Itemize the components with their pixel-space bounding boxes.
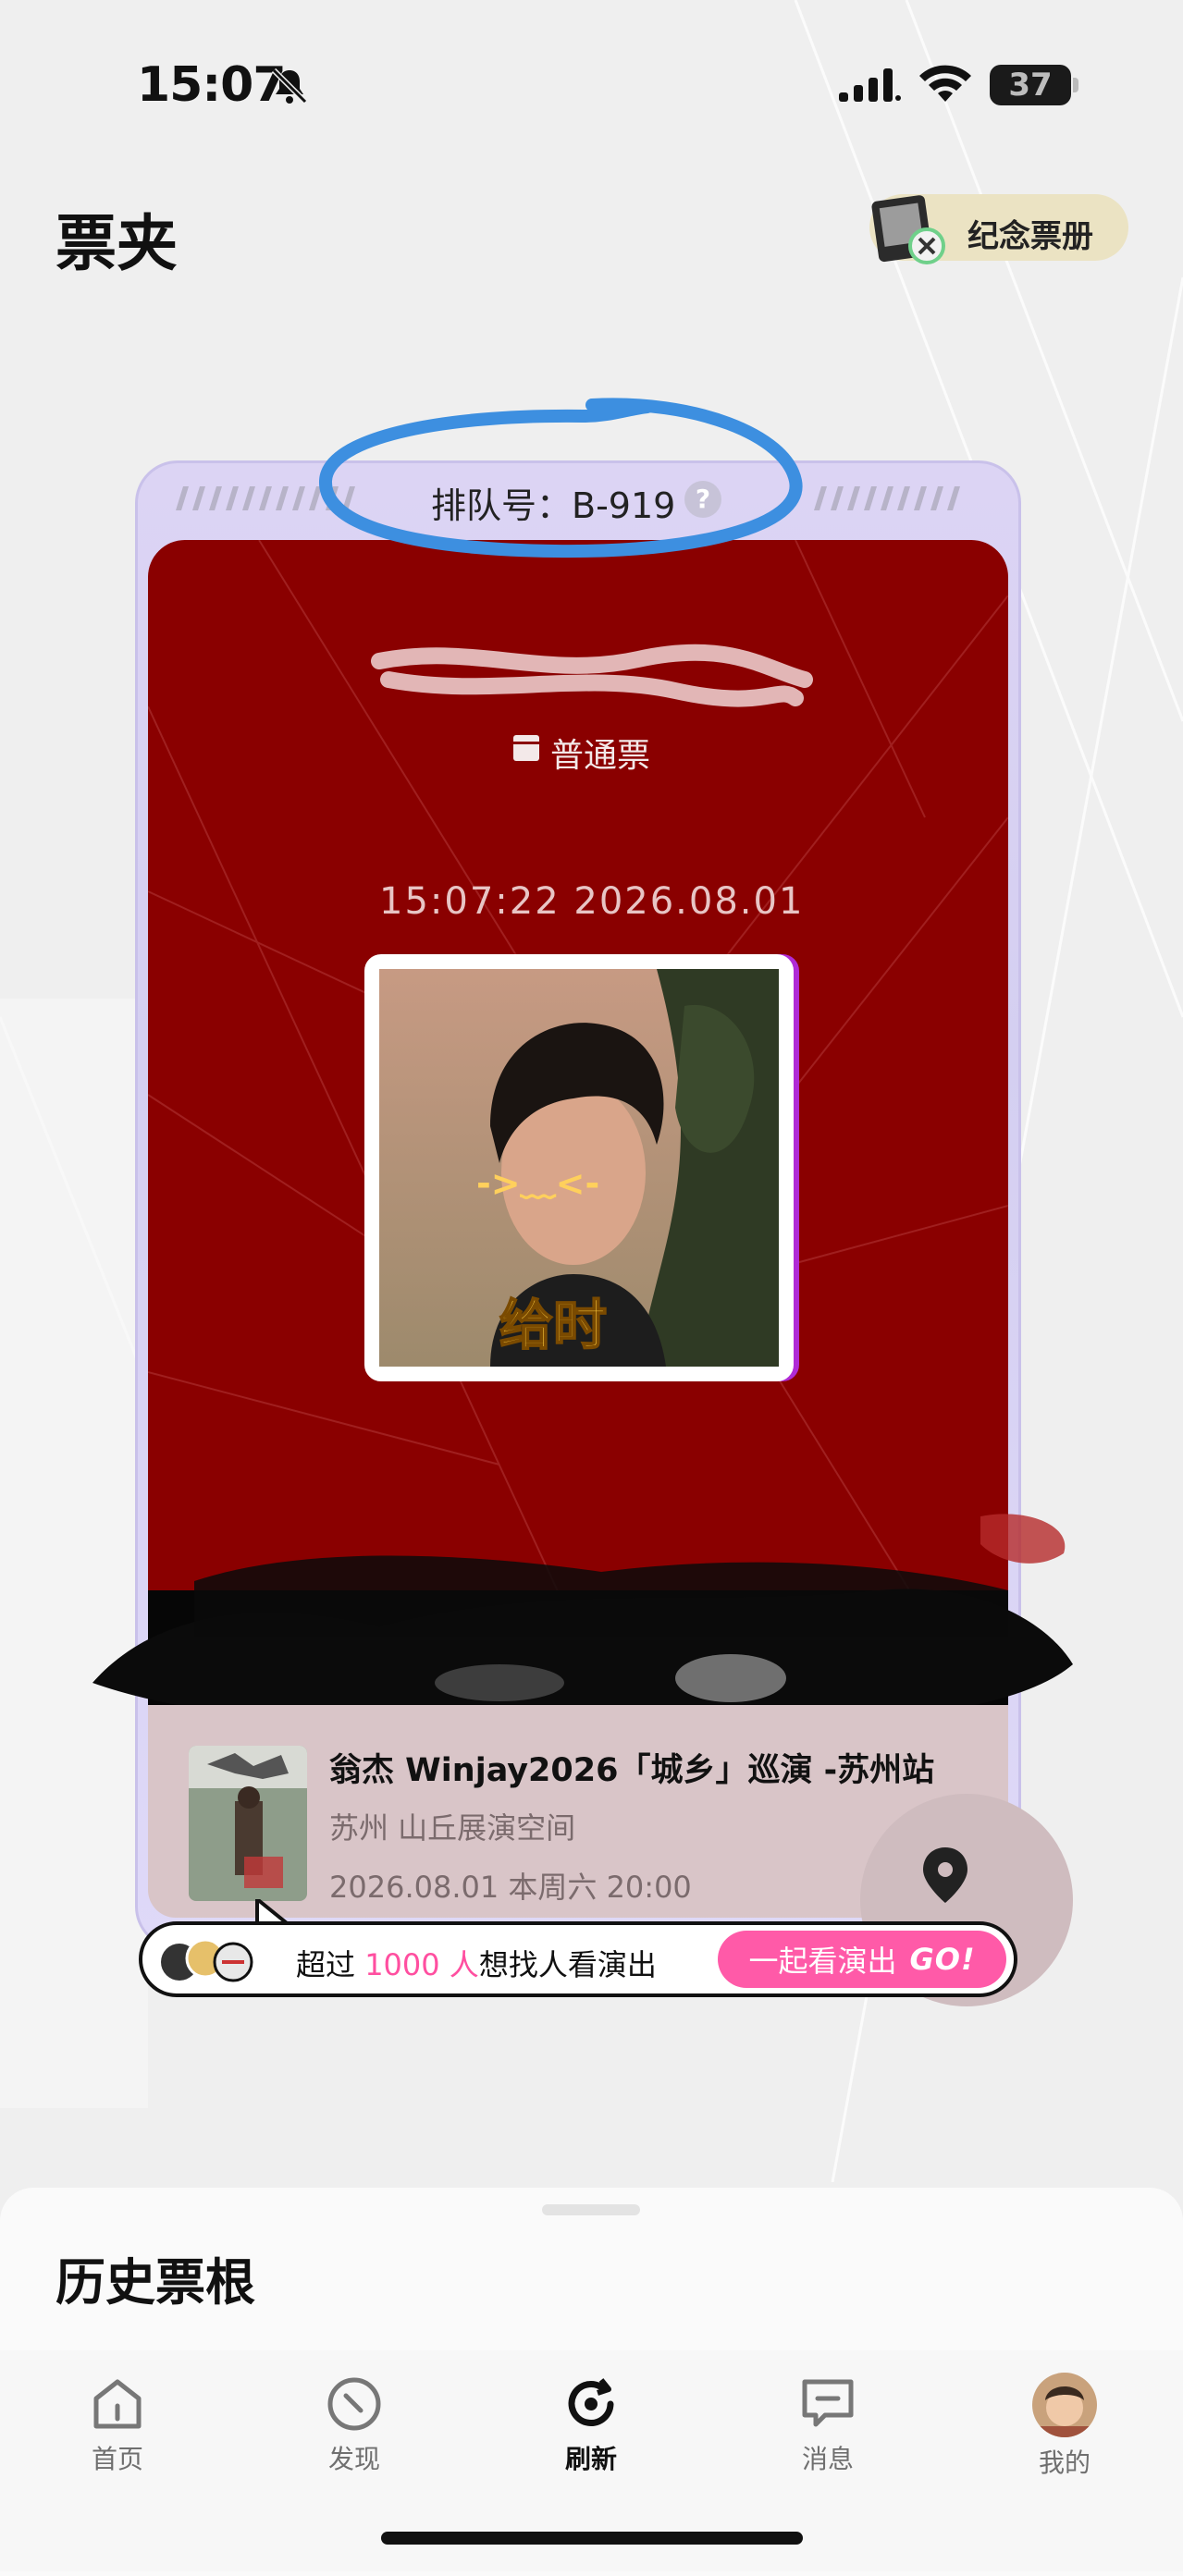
sheet-drag-handle[interactable] xyxy=(542,2204,640,2215)
ticket-type: 普通票 xyxy=(513,729,650,777)
battery-tip xyxy=(1073,78,1078,92)
ticket-stripes xyxy=(814,486,960,510)
event-datetime: 2026.08.01 本周六 20:00 xyxy=(329,1870,692,1905)
invite-suffix: 想找人看演出 xyxy=(478,1947,657,1982)
souvenir-album-label: 纪念票册 xyxy=(967,218,1093,255)
signal-icon xyxy=(839,68,901,102)
invite-text: 超过 1000 人想找人看演出 xyxy=(296,1942,657,1984)
invite-count: 1000 人 xyxy=(364,1947,479,1982)
redaction-scribble xyxy=(371,644,813,707)
tab-home-label: 首页 xyxy=(91,2444,143,2474)
tab-messages-label: 消息 xyxy=(801,2444,854,2474)
mute-bell-icon xyxy=(271,67,308,104)
tab-profile-label: 我的 xyxy=(1038,2447,1091,2478)
home-icon xyxy=(93,2379,142,2429)
photo-caption: 给时 xyxy=(499,1294,607,1356)
tab-refresh-label: 刷新 xyxy=(564,2444,617,2474)
ticket-stamp-icon xyxy=(871,195,945,264)
tab-profile[interactable]: 我的 xyxy=(991,2373,1139,2480)
watch-together-label: 一起看演出 xyxy=(748,1944,897,1979)
ticket-photo: ->﹏<- 给时 xyxy=(379,969,779,1367)
invite-prefix: 超过 xyxy=(296,1947,365,1982)
message-icon xyxy=(802,2379,854,2427)
compass-icon xyxy=(327,2377,381,2431)
tab-refresh[interactable]: 刷新 xyxy=(517,2373,665,2476)
battery-indicator: 37 xyxy=(990,65,1071,105)
event-title[interactable]: 翁杰 Winjay2026「城乡」巡演 -苏州站 xyxy=(329,1744,934,1791)
profile-avatar xyxy=(1032,2373,1097,2437)
annotation-circle xyxy=(318,398,803,558)
home-indicator xyxy=(381,2532,803,2545)
tab-home[interactable]: 首页 xyxy=(43,2373,191,2476)
status-time: 15:07 xyxy=(137,57,287,113)
tab-discover-label: 发现 xyxy=(327,2444,380,2474)
svg-text:->﹏<-: ->﹏<- xyxy=(476,1163,599,1204)
ticket-photo-card: ->﹏<- 给时 xyxy=(364,954,794,1381)
page-title: 票夹 xyxy=(55,208,178,279)
redaction-scribble xyxy=(92,1514,1073,1727)
history-title: 历史票根 xyxy=(55,2253,255,2312)
ticket-type-label: 普通票 xyxy=(550,737,651,775)
refresh-icon xyxy=(568,2378,614,2426)
wifi-icon xyxy=(919,65,971,102)
tab-messages[interactable]: 消息 xyxy=(754,2373,902,2476)
tab-discover[interactable]: 发现 xyxy=(280,2373,428,2476)
map-pin-icon[interactable] xyxy=(919,1846,971,1905)
go-label: GO! xyxy=(909,1942,976,1977)
user-avatars-icon xyxy=(161,1938,253,1982)
event-poster-thumbnail[interactable] xyxy=(189,1746,307,1901)
watch-together-button[interactable]: 一起看演出 GO! xyxy=(718,1931,1006,1988)
ticket-timestamp: 15:07:22 2026.08.01 xyxy=(379,880,805,923)
event-venue: 苏州 山丘展演空间 xyxy=(329,1810,576,1846)
